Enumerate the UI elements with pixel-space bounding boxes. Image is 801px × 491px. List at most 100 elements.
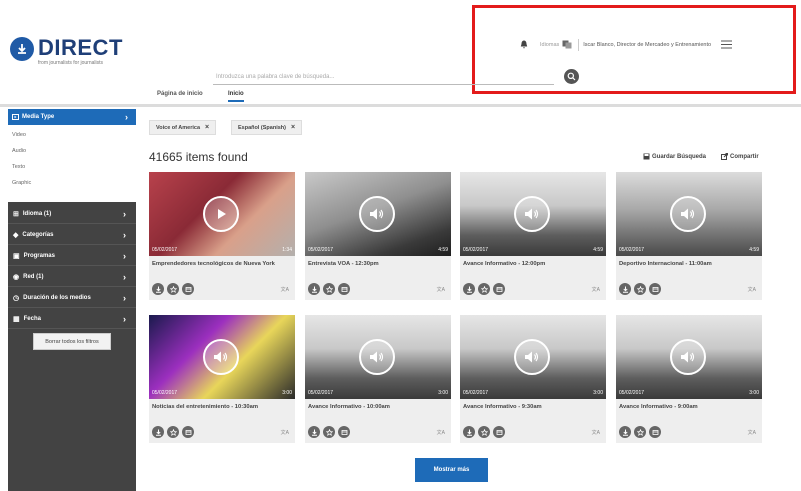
download-icon[interactable] bbox=[308, 426, 320, 438]
media-type-header[interactable]: Media Type › bbox=[8, 109, 136, 125]
media-option-graphic[interactable]: Graphic bbox=[12, 180, 31, 186]
show-more-button[interactable]: Mostrar más bbox=[415, 458, 488, 482]
card-actions bbox=[463, 426, 508, 438]
media-option-text[interactable]: Texto bbox=[12, 164, 25, 170]
facet-programas[interactable]: ▣ Programas › bbox=[8, 246, 136, 266]
star-icon[interactable] bbox=[478, 283, 490, 295]
star-icon[interactable] bbox=[478, 426, 490, 438]
media-title[interactable]: Entrevista VOA - 12:30pm bbox=[308, 261, 446, 268]
media-option-audio[interactable]: Audio bbox=[12, 148, 26, 154]
facet-categorias[interactable]: ◆ Categorías › bbox=[8, 225, 136, 245]
audio-icon[interactable] bbox=[670, 196, 706, 232]
translate-icon[interactable]: 文A bbox=[281, 286, 289, 293]
add-to-box-icon[interactable] bbox=[493, 283, 505, 295]
media-title[interactable]: Avance Informativo - 10:00am bbox=[308, 404, 446, 411]
media-title[interactable]: Avance Informativo - 9:00am bbox=[619, 404, 757, 411]
audio-icon[interactable] bbox=[514, 196, 550, 232]
translate-icon[interactable]: 文A bbox=[437, 429, 445, 436]
download-icon[interactable] bbox=[308, 283, 320, 295]
add-to-box-icon[interactable] bbox=[493, 426, 505, 438]
media-title[interactable]: Emprendedores tecnológicos de Nueva York bbox=[152, 261, 290, 268]
download-icon[interactable] bbox=[619, 426, 631, 438]
translate-icon[interactable]: 文A bbox=[281, 429, 289, 436]
play-icon[interactable] bbox=[203, 196, 239, 232]
tab-inicio[interactable]: Inicio bbox=[228, 91, 244, 102]
facet-duracion[interactable]: ◷ Duración de los medios › bbox=[8, 288, 136, 308]
media-thumbnail[interactable]: 05/02/2017 3:00 bbox=[149, 315, 295, 399]
add-to-box-icon[interactable] bbox=[338, 283, 350, 295]
star-icon[interactable] bbox=[167, 426, 179, 438]
logo[interactable]: DIRECT from journalists for journalists bbox=[10, 36, 123, 66]
media-title[interactable]: Noticias del entretenimiento - 10:30am bbox=[152, 404, 290, 411]
star-icon[interactable] bbox=[323, 426, 335, 438]
add-to-box-icon[interactable] bbox=[338, 426, 350, 438]
media-thumbnail[interactable]: 05/02/2017 4:59 bbox=[460, 172, 606, 256]
media-thumbnail[interactable]: 05/02/2017 3:00 bbox=[460, 315, 606, 399]
save-search-button[interactable]: Guardar Búsqueda bbox=[643, 153, 706, 160]
page: DIRECT from journalists for journalists … bbox=[0, 0, 801, 491]
facet-label: Fecha bbox=[23, 315, 41, 322]
audio-icon[interactable] bbox=[359, 339, 395, 375]
download-icon[interactable] bbox=[463, 283, 475, 295]
media-duration: 3:00 bbox=[282, 390, 292, 396]
media-thumbnail[interactable]: 05/02/2017 4:59 bbox=[305, 172, 451, 256]
media-thumbnail[interactable]: 05/02/2017 1:34 bbox=[149, 172, 295, 256]
media-card[interactable]: 05/02/2017 3:00 Avance Informativo - 10:00… bbox=[305, 315, 451, 443]
download-icon[interactable] bbox=[463, 426, 475, 438]
download-icon[interactable] bbox=[152, 283, 164, 295]
facet-idioma[interactable]: ⊞ Idioma (1) › bbox=[8, 204, 136, 224]
add-to-box-icon[interactable] bbox=[182, 426, 194, 438]
audio-icon[interactable] bbox=[514, 339, 550, 375]
card-actions bbox=[152, 283, 197, 295]
chevron-right-icon: › bbox=[123, 250, 126, 261]
media-thumbnail[interactable]: 05/02/2017 3:00 bbox=[616, 315, 762, 399]
facet-red[interactable]: ◉ Red (1) › bbox=[8, 267, 136, 287]
media-title[interactable]: Deportivo Internacional - 11:00am bbox=[619, 261, 757, 268]
filter-chip-voa[interactable]: Voice of America × bbox=[149, 120, 217, 135]
close-icon[interactable]: × bbox=[205, 124, 209, 131]
translate-icon[interactable]: 文A bbox=[748, 286, 756, 293]
add-to-box-icon[interactable] bbox=[649, 426, 661, 438]
facet-fecha[interactable]: ▦ Fecha › bbox=[8, 309, 136, 329]
globe-icon: ◉ bbox=[13, 273, 20, 281]
media-card[interactable]: 05/02/2017 3:00 Noticias del entretenimien… bbox=[149, 315, 295, 443]
star-icon[interactable] bbox=[167, 283, 179, 295]
media-card[interactable]: 05/02/2017 4:59 Deportivo Internacional - … bbox=[616, 172, 762, 300]
media-option-video[interactable]: Video bbox=[12, 132, 26, 138]
clear-filters-button[interactable]: Borrar todos los filtros bbox=[33, 333, 111, 350]
chevron-right-icon: › bbox=[123, 208, 126, 219]
add-to-box-icon[interactable] bbox=[649, 283, 661, 295]
download-icon[interactable] bbox=[152, 426, 164, 438]
translate-icon[interactable]: 文A bbox=[592, 429, 600, 436]
search-button[interactable] bbox=[564, 69, 579, 84]
search-input[interactable]: Introduzca una palabra clave de búsqueda… bbox=[213, 71, 554, 85]
audio-icon[interactable] bbox=[670, 339, 706, 375]
media-title[interactable]: Avance Informativo - 9:30am bbox=[463, 404, 601, 411]
media-card[interactable]: 05/02/2017 3:00 Avance Informativo - 9:30a… bbox=[460, 315, 606, 443]
audio-icon[interactable] bbox=[359, 196, 395, 232]
translate-icon[interactable]: 文A bbox=[748, 429, 756, 436]
media-card[interactable]: 05/02/2017 1:34 Emprendedores tecnológicos… bbox=[149, 172, 295, 300]
media-card[interactable]: 05/02/2017 4:59 Entrevista VOA - 12:30pm 文A bbox=[305, 172, 451, 300]
star-icon[interactable] bbox=[634, 426, 646, 438]
audio-icon[interactable] bbox=[203, 339, 239, 375]
media-card[interactable]: 05/02/2017 4:59 Avance Informativo - 12:00… bbox=[460, 172, 606, 300]
filter-chip-spanish[interactable]: Español (Spanish) × bbox=[231, 120, 303, 135]
media-type-label: Media Type bbox=[22, 114, 55, 120]
close-icon[interactable]: × bbox=[291, 124, 295, 131]
download-icon[interactable] bbox=[619, 283, 631, 295]
translate-icon[interactable]: 文A bbox=[592, 286, 600, 293]
star-icon[interactable] bbox=[634, 283, 646, 295]
card-actions bbox=[308, 426, 353, 438]
facet-label: Red (1) bbox=[23, 273, 44, 280]
translate-icon[interactable]: 文A bbox=[437, 286, 445, 293]
add-to-box-icon[interactable] bbox=[182, 283, 194, 295]
media-thumbnail[interactable]: 05/02/2017 4:59 bbox=[616, 172, 762, 256]
star-icon[interactable] bbox=[323, 283, 335, 295]
media-thumbnail[interactable]: 05/02/2017 3:00 bbox=[305, 315, 451, 399]
share-button[interactable]: Compartir bbox=[721, 153, 759, 160]
tab-home[interactable]: Página de inicio bbox=[157, 91, 203, 97]
chevron-right-icon: › bbox=[123, 313, 126, 324]
media-title[interactable]: Avance Informativo - 12:00pm bbox=[463, 261, 601, 268]
media-card[interactable]: 05/02/2017 3:00 Avance Informativo - 9:00a… bbox=[616, 315, 762, 443]
